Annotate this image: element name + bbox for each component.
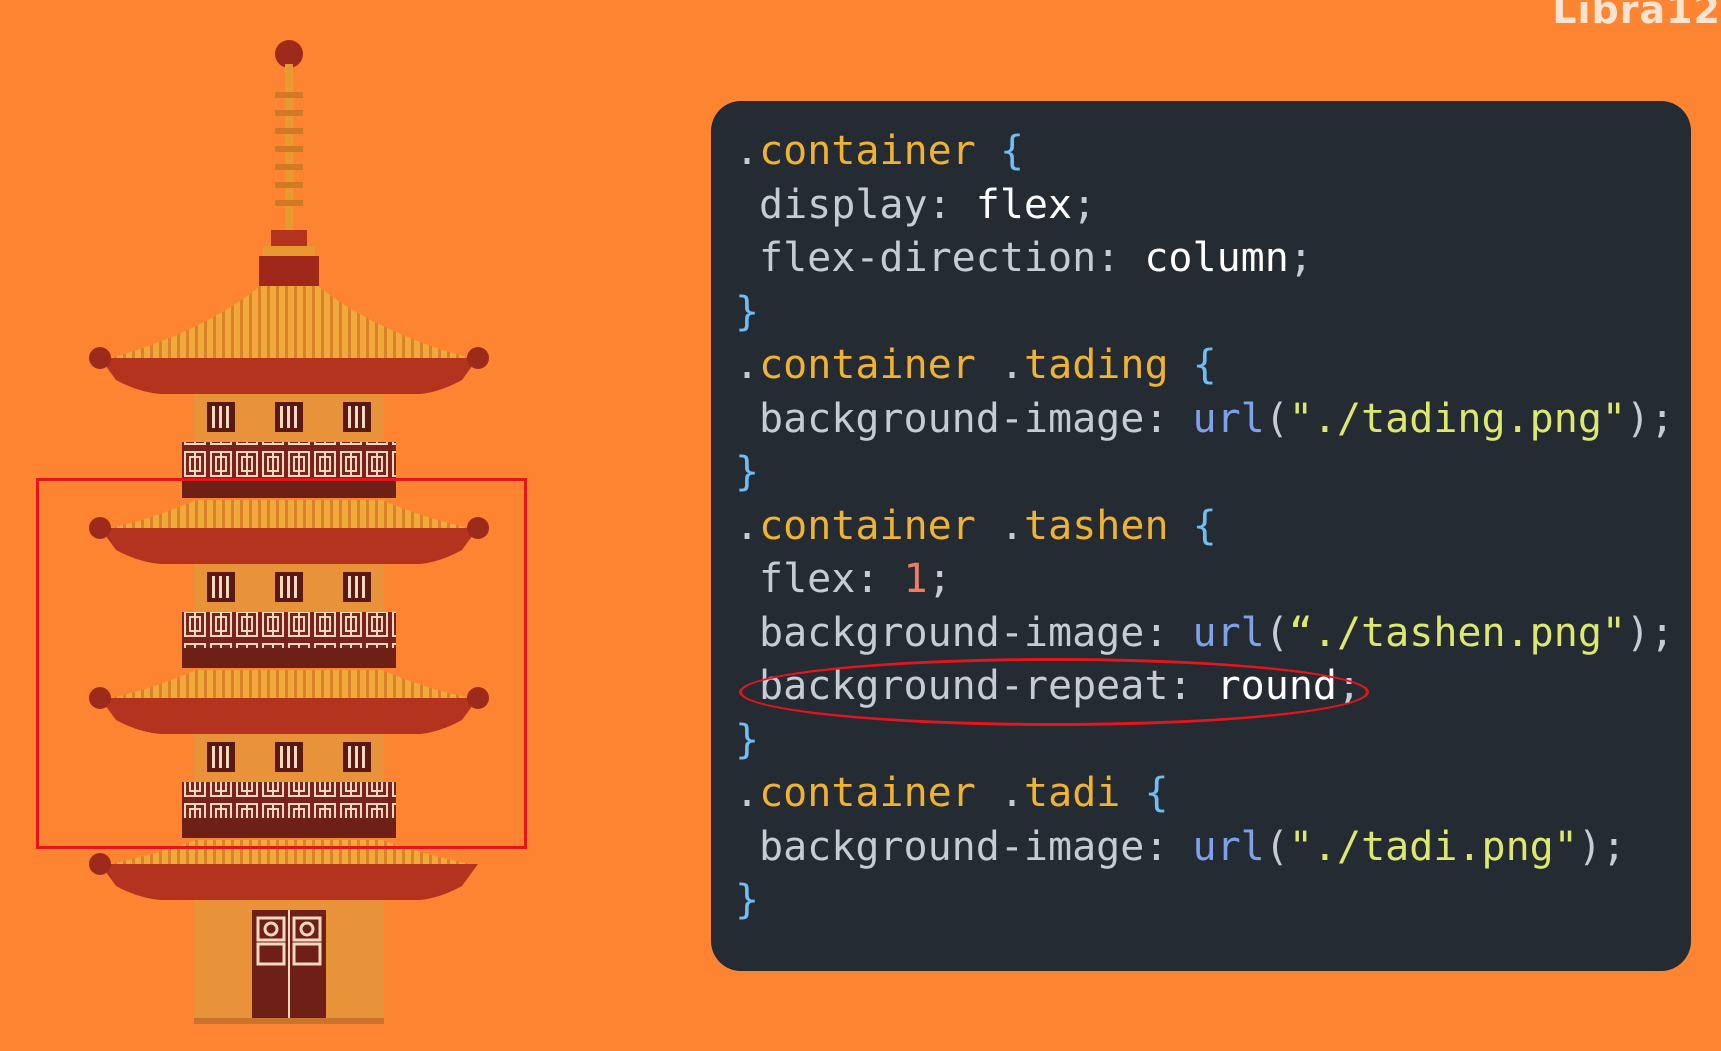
code-brace: { [1192, 342, 1217, 388]
code-property: background-image [759, 395, 1145, 442]
code-token: . [735, 128, 760, 174]
code-function: url [1192, 609, 1265, 656]
code-token: ; [1650, 395, 1675, 442]
code-line: .container .tashen { [735, 500, 1675, 554]
spire [259, 40, 319, 286]
tier-highlight-box [36, 478, 527, 849]
roof-top [89, 286, 489, 394]
code-string: "./tading.png" [1288, 395, 1626, 442]
code-token: . [735, 502, 760, 549]
code-brace: { [1192, 502, 1217, 549]
code-token: ( [1264, 609, 1289, 656]
code-selector: container [759, 128, 976, 174]
code-value: flex [975, 181, 1073, 228]
code-line: .container { [735, 125, 1675, 179]
code-selector: container [759, 502, 976, 549]
css-code-block: .container { display: flex; flex-directi… [735, 125, 1675, 928]
code-token: : [1144, 395, 1169, 442]
code-token: ; [927, 556, 952, 602]
code-token: ; [1072, 181, 1097, 228]
code-brace: } [735, 877, 760, 923]
code-property: display [759, 181, 928, 228]
code-token: : [1144, 609, 1169, 656]
code-panel: .container { display: flex; flex-directi… [711, 101, 1691, 971]
code-line: background-image: url(“./tashen.png"); [735, 607, 1675, 661]
code-line: .container .tading { [735, 339, 1675, 393]
code-token: ; [1650, 609, 1675, 656]
code-brace: } [735, 288, 760, 335]
code-value: column [1144, 235, 1289, 281]
code-line: .container .tadi { [735, 767, 1675, 821]
watermark-logo: Libra12 [1552, 0, 1721, 32]
code-function: url [1192, 395, 1265, 442]
code-function: url [1192, 823, 1265, 870]
code-line: background-image: url("./tading.png"); [735, 393, 1675, 447]
code-token: . [999, 770, 1025, 816]
code-line: } [735, 446, 1675, 500]
code-line: } [735, 286, 1675, 340]
code-line: } [735, 874, 1675, 928]
code-line: display: flex; [735, 179, 1675, 233]
code-brace: { [1144, 770, 1169, 816]
code-selector: tashen [1024, 502, 1169, 549]
code-number: 1 [903, 556, 928, 602]
code-token: : [855, 556, 880, 602]
code-token: : [927, 181, 952, 228]
code-token: ; [1288, 235, 1313, 281]
code-property: background-image [759, 823, 1145, 870]
code-selector: container [759, 770, 976, 816]
code-token: ) [1577, 823, 1602, 870]
code-token: ( [1264, 823, 1289, 870]
code-line: flex: 1; [735, 553, 1675, 607]
code-token: ( [1264, 395, 1289, 442]
roof-bottom [89, 840, 478, 900]
code-token: ; [1601, 823, 1627, 870]
code-string: "./tadi.png" [1288, 823, 1578, 870]
code-token: . [735, 770, 760, 816]
code-token: . [735, 342, 760, 388]
code-selector: tadi [1024, 770, 1121, 816]
code-string: “./tashen.png" [1288, 609, 1626, 656]
code-line: flex-direction: column; [735, 232, 1675, 286]
code-property: background-image [759, 609, 1145, 656]
code-brace: { [999, 128, 1025, 174]
code-token: . [999, 502, 1025, 549]
code-line: background-image: url("./tadi.png"); [735, 821, 1675, 875]
code-token: : [1144, 823, 1169, 870]
highlight-ellipse [739, 658, 1369, 726]
code-brace: } [735, 449, 760, 495]
code-token: ) [1626, 609, 1651, 656]
code-token: : [1096, 235, 1121, 281]
code-selector: container [759, 342, 976, 388]
code-brace: } [735, 716, 760, 763]
code-selector: tading [1024, 342, 1169, 388]
code-property: flex [759, 556, 856, 602]
code-token: . [999, 342, 1025, 388]
code-property: flex-direction [759, 235, 1097, 281]
code-token: ) [1626, 395, 1651, 442]
pagoda-base [194, 900, 384, 1024]
